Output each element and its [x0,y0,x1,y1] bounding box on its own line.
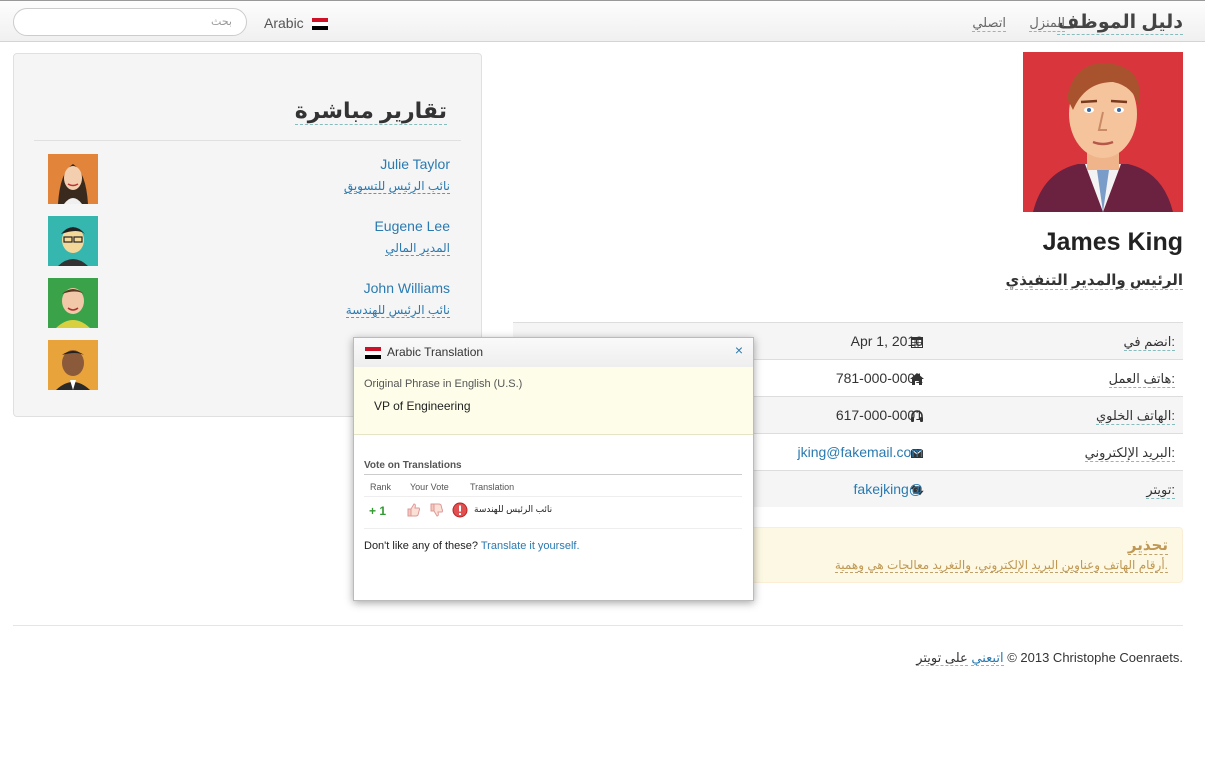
detail-label: هاتف العمل: [1108,371,1175,388]
detail-label: انضم في: [1123,334,1175,351]
translate-yourself-link[interactable]: Translate it yourself. [481,540,580,552]
divider [364,496,742,497]
original-phrase-label: Original Phrase in English (U.S.) [364,378,523,390]
report-title[interactable]: نائب الرئيس للهندسة [345,303,450,318]
follow-link[interactable]: اتبعني [971,650,1004,666]
avatar-report-4 [48,340,98,390]
avatar-julie-taylor [48,154,98,204]
search-input[interactable]: بحث [13,8,247,36]
on-twitter-text: على تويتر [916,650,968,666]
warning-heading: تحذير [1127,537,1168,555]
report-name[interactable]: John Williams [364,280,450,296]
original-phrase-text: VP of Engineering [374,399,471,413]
reports-heading: تقارير مباشرة [294,98,447,125]
report-title[interactable]: المدير المالي [385,241,450,256]
nav-home-link[interactable]: المنزل [1029,15,1065,32]
thumbs-up-icon[interactable] [406,502,422,521]
col-rank-header: Rank [370,482,392,492]
report-title[interactable]: نائب الرئيس للتسويق [343,179,450,194]
egypt-flag-icon [365,346,381,359]
detail-label: البريد الإلكتروني: [1084,445,1175,462]
dislike-prompt: Don't like any of these? Translate it yo… [364,540,580,552]
avatar-eugene-lee [48,216,98,266]
report-item-john-williams[interactable]: John Williams نائب الرئيس للهندسة [48,278,450,328]
popup-title-text: Arabic Translation [387,345,484,359]
avatar-john-williams [48,278,98,328]
report-name[interactable]: Eugene Lee [374,218,450,234]
detail-value: 781-000-0001 [835,370,923,386]
detail-value: 617-000-0001 [835,407,923,423]
close-icon[interactable]: × [735,342,743,358]
thumbs-down-icon[interactable] [429,502,445,521]
divider [364,528,742,529]
detail-value: Apr 1, 2010 [850,333,923,349]
report-item-eugene-lee[interactable]: Eugene Lee المدير المالي [48,216,450,266]
divider [364,474,742,475]
language-label: Arabic [264,15,304,31]
detail-label: الهاتف الخلوي: [1096,408,1175,425]
vote-heading: Vote on Translations [364,460,462,471]
profile-name: James King [1042,228,1183,256]
flag-warning-icon[interactable] [452,502,468,521]
dislike-text: Don't like any of these? [364,540,479,552]
email-link[interactable]: jking@fakemail.com [798,444,923,460]
popup-title: Arabic Translation [365,345,483,359]
popup-header: Arabic Translation × [354,338,753,368]
report-name[interactable]: Julie Taylor [380,156,450,172]
navbar: بحث Arabic دليل الموظف المنزل اتصلي [0,0,1205,42]
profile-portrait [1023,52,1183,212]
language-selector[interactable]: Arabic [264,15,328,31]
egypt-flag-icon [311,18,328,31]
brand-link[interactable]: دليل الموظف [1057,11,1183,35]
twitter-link[interactable]: fakejking@ [854,481,923,497]
footer: © 2013 Christophe Coenraets. اتبعني على … [916,650,1183,666]
warning-text: أرقام الهاتف وعناوين البريد الإلكتروني، … [834,558,1168,573]
rank-value: + 1 [369,504,387,518]
nav-contact-link[interactable]: اتصلي [972,15,1006,32]
translation-text: نائب الرئيس للهندسة [474,504,553,514]
copyright-text: © 2013 Christophe Coenraets. [1007,650,1183,665]
detail-label: تويتر: [1146,482,1175,499]
report-item-julie-taylor[interactable]: Julie Taylor نائب الرئيس للتسويق [48,154,450,204]
original-phrase-box: Original Phrase in English (U.S.) VP of … [354,367,753,435]
vote-buttons [406,502,468,521]
translation-popup: Arabic Translation × Original Phrase in … [353,337,754,601]
profile-title: الرئيس والمدير التنفيذي [1005,272,1183,290]
col-translation-header: Translation [470,482,515,492]
footer-divider [13,625,1183,626]
divider [34,140,461,141]
col-vote-header: Your Vote [410,482,449,492]
